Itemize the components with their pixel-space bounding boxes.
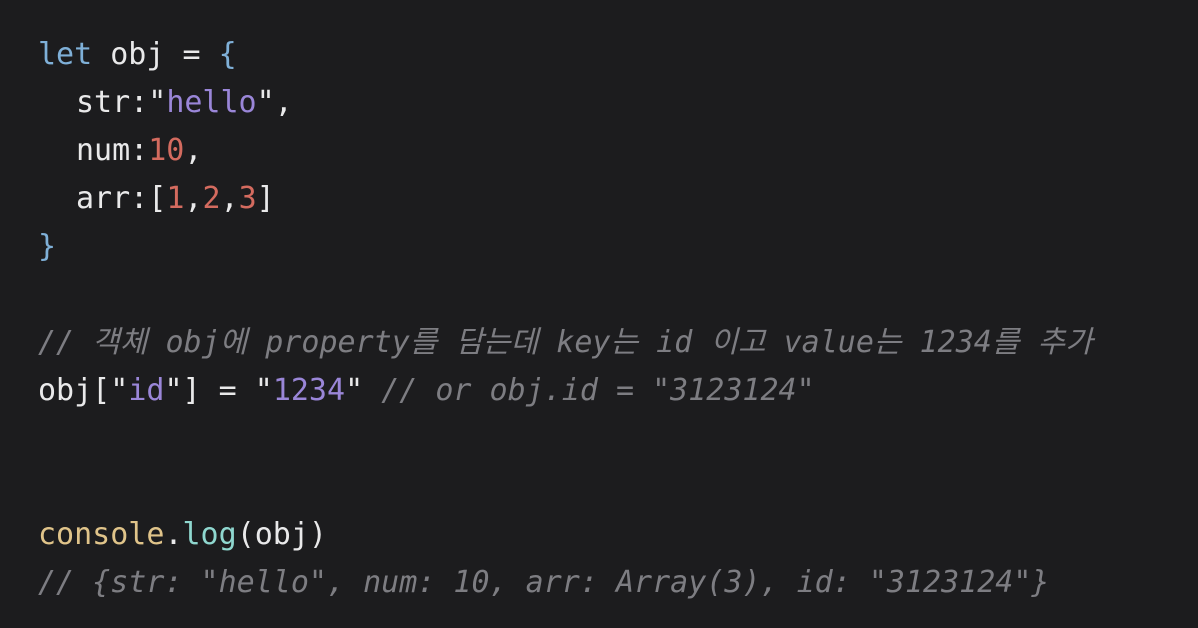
comma: , xyxy=(220,181,239,216)
code-line-12: // {str: "hello", num: 10, arr: Array(3)… xyxy=(38,559,1178,607)
array-item-2: 2 xyxy=(202,181,221,216)
code-comment: // 객체 obj에 property를 담는데 key는 id 이고 valu… xyxy=(38,325,1093,360)
quote-comma: ", xyxy=(256,85,293,120)
output-comment: // {str: "hello", num: 10, arr: Array(3)… xyxy=(38,565,1050,600)
quote: " xyxy=(345,373,382,408)
close-bracket: ] xyxy=(256,181,275,216)
code-line-4: arr:[1,2,3] xyxy=(38,175,1178,223)
property-key: num: xyxy=(76,133,149,168)
comma: , xyxy=(184,133,203,168)
code-line-2: str:"hello", xyxy=(38,79,1178,127)
code-text: "] = " xyxy=(164,373,273,408)
code-comment: // or obj.id = "3123124" xyxy=(381,373,815,408)
quote: " xyxy=(148,85,167,120)
code-editor: let obj = { str:"hello", num:10, arr:[1,… xyxy=(38,31,1178,607)
string-value: 1234 xyxy=(272,373,346,408)
code-line-11: console.log(obj) xyxy=(38,511,1178,559)
array-item-3: 3 xyxy=(238,181,257,216)
code-line-5: } xyxy=(38,223,1178,271)
code-line-7: // 객체 obj에 property를 담는데 key는 id 이고 valu… xyxy=(38,319,1178,367)
number-value: 10 xyxy=(148,133,185,168)
console-object: console xyxy=(38,517,165,552)
log-method: log xyxy=(182,517,237,552)
keyword-let: let xyxy=(38,37,93,72)
code-line-1: let obj = { xyxy=(38,31,1178,79)
property-key: str: xyxy=(76,85,149,120)
code-text: obj = xyxy=(92,37,219,72)
dot: . xyxy=(164,517,183,552)
code-line-3: num:10, xyxy=(38,127,1178,175)
string-value: hello xyxy=(166,85,257,120)
code-line-8: obj["id"] = "1234" // or obj.id = "31231… xyxy=(38,367,1178,415)
code-text: obj[" xyxy=(38,373,129,408)
open-brace: { xyxy=(218,37,237,72)
comma: , xyxy=(184,181,203,216)
call-args: (obj) xyxy=(236,517,327,552)
close-brace: } xyxy=(38,229,57,264)
string-key: id xyxy=(128,373,165,408)
property-key: arr:[ xyxy=(76,181,167,216)
array-item-1: 1 xyxy=(166,181,185,216)
